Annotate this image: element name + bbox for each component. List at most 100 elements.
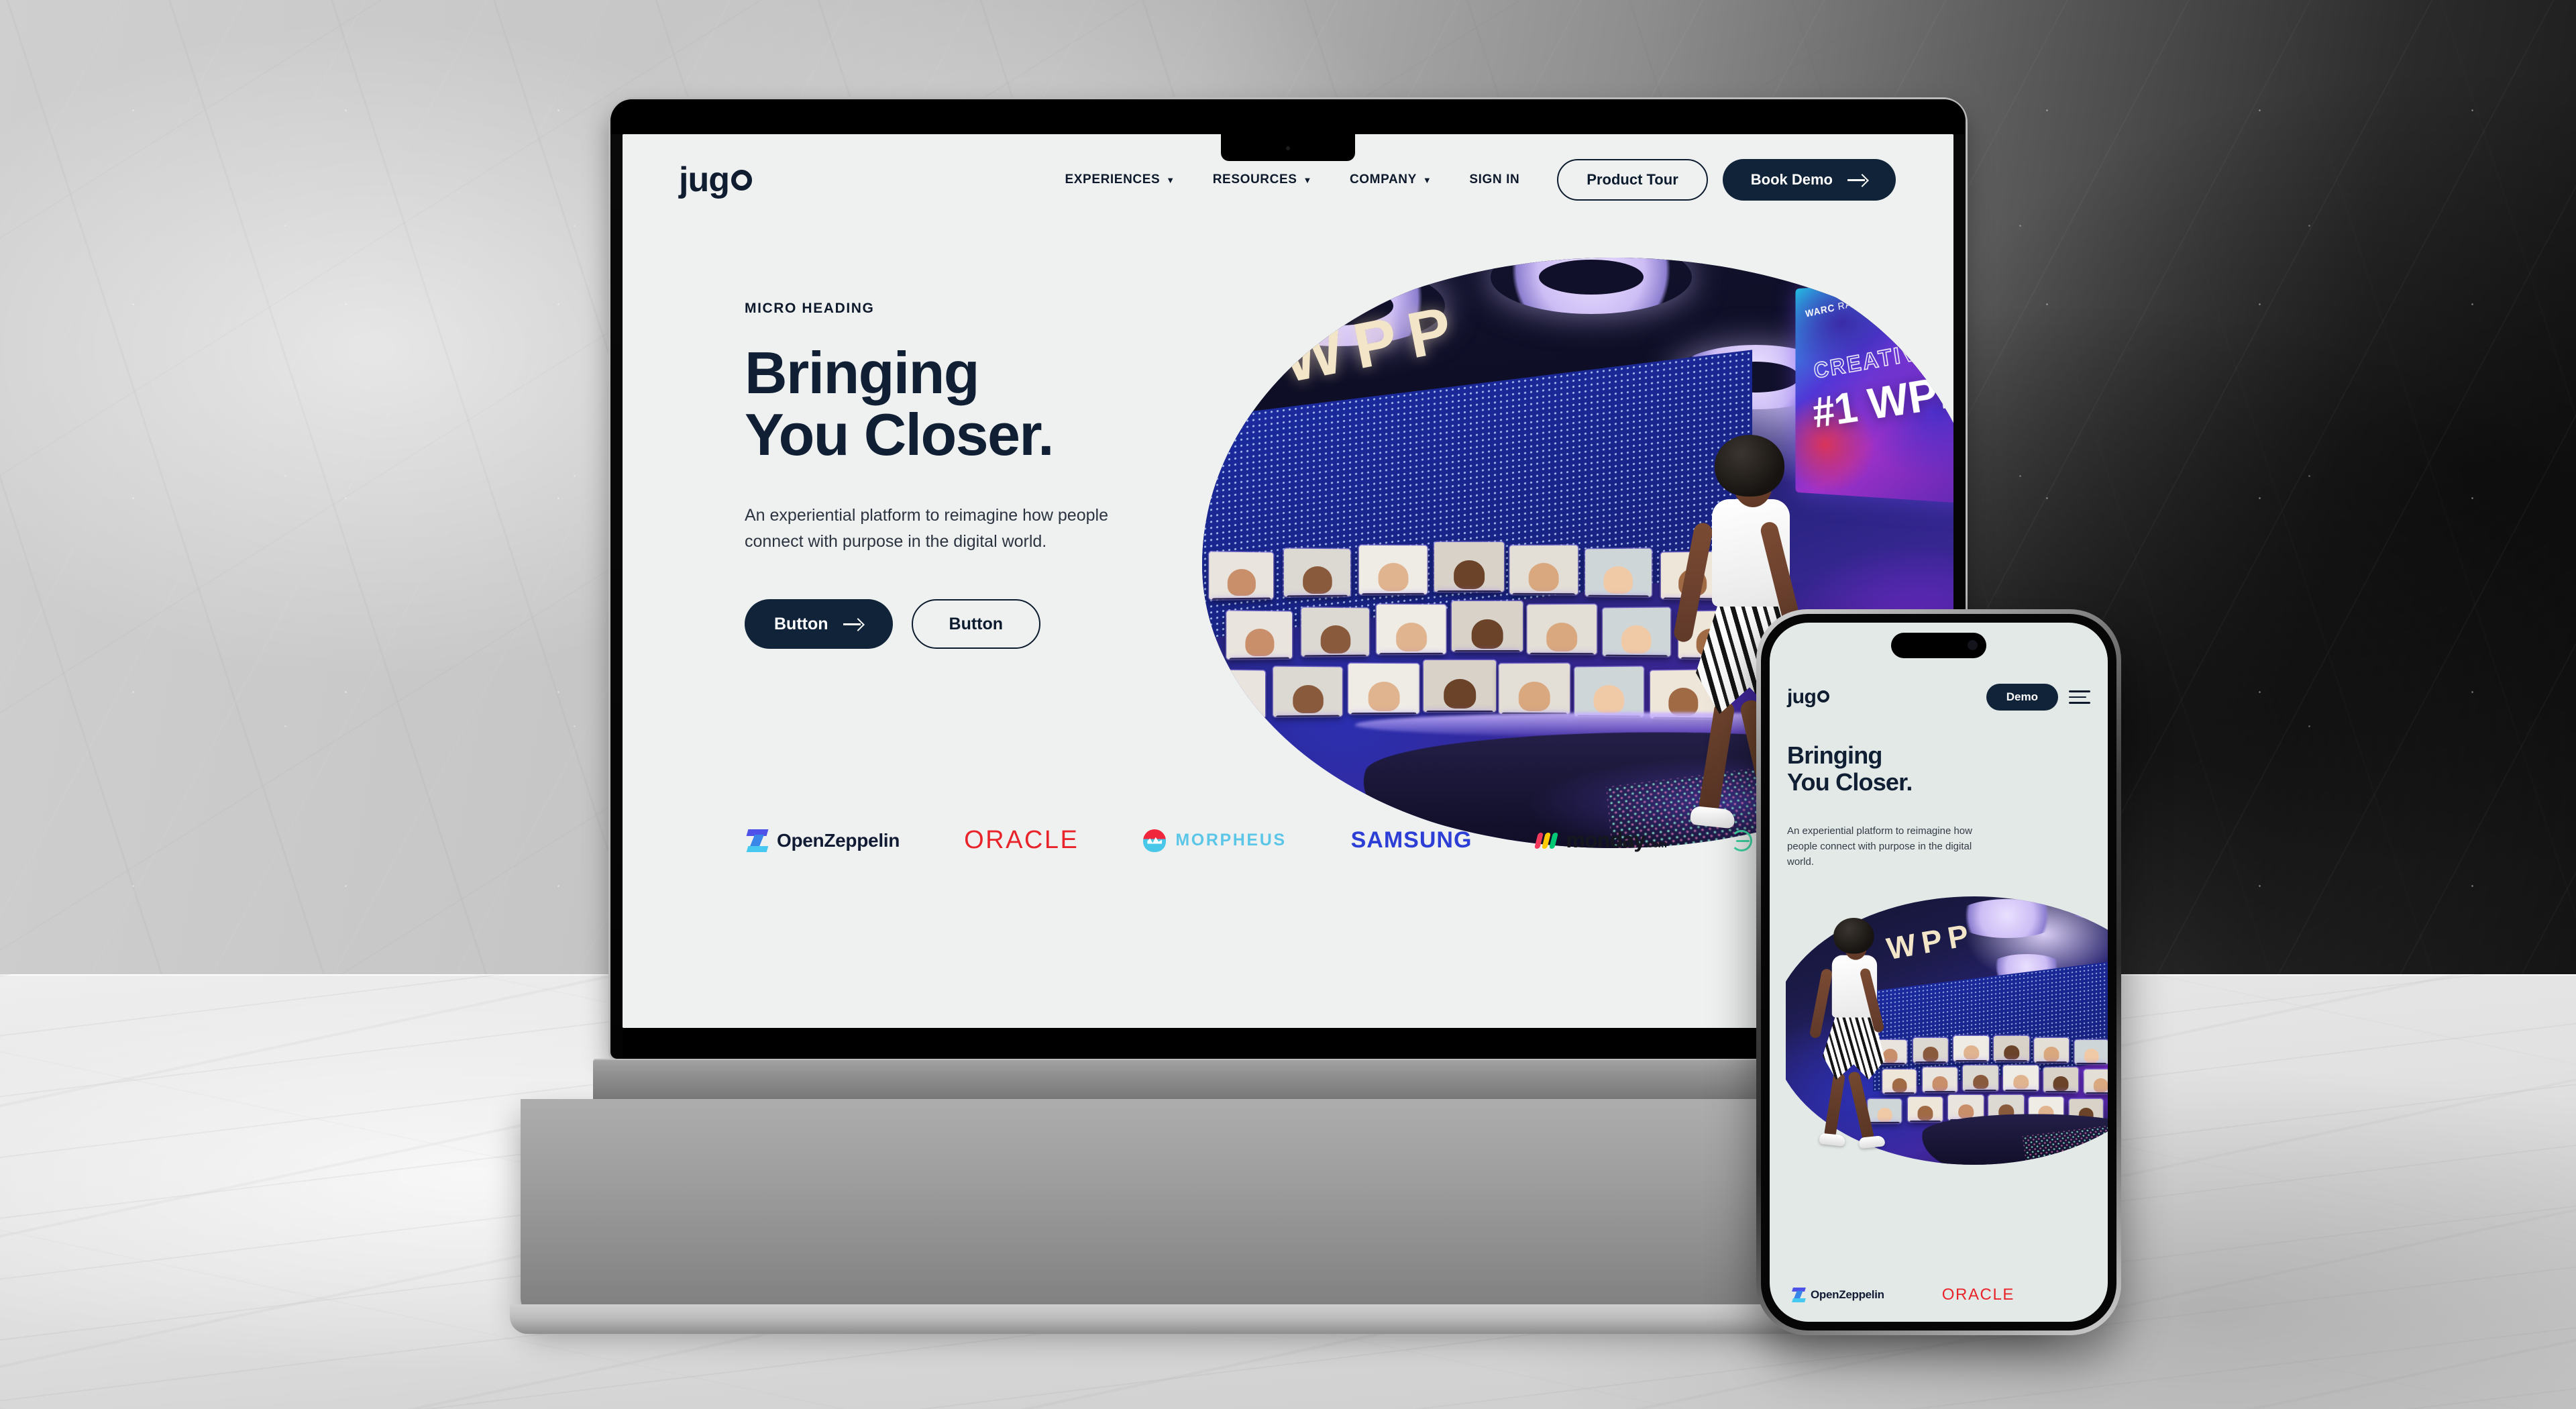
participant-tile (1301, 607, 1369, 657)
hero-buttons: Button Button (745, 599, 1201, 649)
scene-background: jug EXPERIENCES ▼ RESOURCES ▼ COMPANY ▼ … (0, 0, 2576, 1409)
phone-hero-title-line-1: Bringing (1787, 741, 1882, 769)
ring-light-icon (2061, 896, 2108, 921)
client-logo-bar: OpenZeppelin ORACLE MORPHEUS SAMSUNG mon… (623, 826, 1953, 855)
hero-secondary-button-label: Button (949, 614, 1004, 633)
hero-title: Bringing You Closer. (745, 342, 1201, 465)
openzeppelin-z-icon (1792, 1288, 1806, 1302)
monday-dots-icon (1534, 832, 1559, 849)
phone-body: jug Demo Bringing You Closer. An experie… (1761, 614, 2116, 1330)
participant-tile (1603, 607, 1670, 657)
participant-tile (1962, 1065, 1999, 1091)
participant-tile (2074, 1039, 2108, 1064)
award-panel-warc: WARC (1805, 302, 1836, 320)
participant-tile (1424, 660, 1497, 712)
participant-tile (1273, 666, 1342, 717)
nav-item-resources[interactable]: RESOURCES ▼ (1213, 172, 1312, 187)
book-demo-button[interactable]: Book Demo (1722, 159, 1896, 201)
front-camera-icon (1968, 640, 1978, 650)
nav-item-company[interactable]: COMPANY ▼ (1350, 172, 1432, 187)
hero-primary-button-label: Button (774, 614, 828, 633)
participant-tile (1499, 663, 1570, 715)
phone-demo-button[interactable]: Demo (1986, 684, 2058, 711)
laptop-top-bezel (610, 99, 1966, 134)
website-viewport: jug EXPERIENCES ▼ RESOURCES ▼ COMPANY ▼ … (623, 134, 1953, 1028)
phone-frame: jug Demo Bringing You Closer. An experie… (1756, 609, 2121, 1335)
participant-tile (1452, 601, 1523, 652)
oracle-wordmark-icon: ORACLE (1941, 1286, 2015, 1304)
hero-title-line-1: Bringing (745, 340, 980, 406)
phone-hero-title-line-2: You Closer. (1787, 768, 1913, 796)
participant-tile (1202, 670, 1265, 719)
participant-tile (1434, 542, 1504, 592)
phone-stage-floor (1913, 1114, 2108, 1165)
logo-openzeppelin-label: OpenZeppelin (777, 829, 900, 851)
participant-tile (1509, 545, 1578, 594)
hero-title-line-2: You Closer. (745, 401, 1055, 468)
logo-samsung[interactable]: SAMSUNG (1351, 827, 1472, 853)
hero-copy: MICRO HEADING Bringing You Closer. An ex… (745, 301, 1201, 649)
hero-subtitle: An experiential platform to reimagine ho… (745, 506, 1108, 552)
logo-openzeppelin[interactable]: OpenZeppelin (746, 829, 900, 852)
participant-tile (1574, 666, 1644, 717)
nav-links: EXPERIENCES ▼ RESOURCES ▼ COMPANY ▼ SIGN… (1065, 172, 1520, 187)
participant-tile (1994, 1035, 2030, 1061)
samsung-wordmark-icon: SAMSUNG (1350, 827, 1472, 853)
product-tour-label: Product Tour (1587, 171, 1678, 188)
logo-monday[interactable]: monday.com (1534, 828, 1667, 853)
nav-item-company-label: COMPANY (1349, 172, 1417, 187)
nav-item-experiences[interactable]: EXPERIENCES ▼ (1065, 172, 1175, 187)
site-logo[interactable]: jug (679, 162, 752, 197)
participant-tile (1283, 548, 1350, 597)
phone-client-logo-bar: OpenZeppelin ORACLE (1770, 1286, 2108, 1304)
phone-walking-woman-figure (1809, 918, 1886, 1149)
arrow-right-icon (843, 619, 863, 629)
phone-site-logo[interactable]: jug (1787, 687, 1830, 707)
phone-demo-label: Demo (2006, 690, 2038, 703)
award-panel-rankings: RANKINGS 2023 (1833, 283, 1921, 313)
nav-item-experiences-label: EXPERIENCES (1065, 172, 1161, 187)
hero-primary-button[interactable]: Button (745, 599, 893, 649)
logo-oracle[interactable]: ORACLE (964, 826, 1079, 855)
laptop-bottom-bezel (623, 1028, 1953, 1059)
morpheus-heartbeat-icon (1143, 829, 1167, 852)
segment-circle-icon (1731, 829, 1753, 851)
phone-logo-openzeppelin-label: OpenZeppelin (1811, 1288, 1884, 1301)
chevron-down-icon: ▼ (1422, 174, 1432, 185)
phone-navbar: jug Demo (1770, 674, 2108, 721)
phone-stage-floor-pattern (2023, 1124, 2108, 1165)
phone-mockup: jug Demo Bringing You Closer. An experie… (1756, 609, 2121, 1335)
chevron-down-icon: ▼ (1303, 174, 1312, 185)
participant-tile (1923, 1067, 1958, 1092)
hamburger-menu-icon[interactable] (2069, 690, 2090, 704)
phone-hero-title: Bringing You Closer. (1787, 742, 1988, 795)
participant-tile (1209, 552, 1273, 600)
phone-logo-openzeppelin[interactable]: OpenZeppelin (1792, 1288, 1884, 1302)
participant-tile (2043, 1067, 2079, 1092)
logo-ring-icon (731, 170, 752, 191)
logo-monday-label: monday.com (1566, 828, 1667, 852)
award-panel-eyebrow: WARC RANKINGS 2023 (1805, 283, 1921, 319)
dynamic-island (1891, 633, 1986, 658)
phone-hero-artwork: WPP (1770, 890, 2108, 1185)
phone-screen: jug Demo Bringing You Closer. An experie… (1770, 623, 2108, 1322)
participant-tile (2034, 1037, 2070, 1063)
participant-tile (1348, 663, 1419, 715)
participant-tile (1908, 1096, 1943, 1122)
phone-logo-oracle[interactable]: ORACLE (1942, 1286, 2015, 1304)
participant-tile (1585, 548, 1652, 597)
participant-tile (1953, 1035, 1990, 1061)
nav-item-sign-in[interactable]: SIGN IN (1469, 172, 1519, 187)
openzeppelin-z-icon (746, 829, 769, 852)
logo-morpheus[interactable]: MORPHEUS (1143, 829, 1286, 852)
chevron-down-icon: ▼ (1166, 174, 1175, 185)
participant-tile (1527, 604, 1597, 655)
hero-micro-heading: MICRO HEADING (745, 301, 875, 316)
phone-hero-subtitle: An experiential platform to reimagine ho… (1787, 825, 1972, 868)
arrow-right-icon (1847, 174, 1868, 185)
nav-item-resources-label: RESOURCES (1212, 172, 1297, 187)
hero-section: WPP WARC RANKINGS 2023 CREATIVE 100 #1 W… (623, 225, 1953, 896)
hero-secondary-button[interactable]: Button (911, 599, 1041, 649)
oracle-wordmark-icon: ORACLE (964, 826, 1079, 854)
product-tour-button[interactable]: Product Tour (1557, 159, 1708, 201)
